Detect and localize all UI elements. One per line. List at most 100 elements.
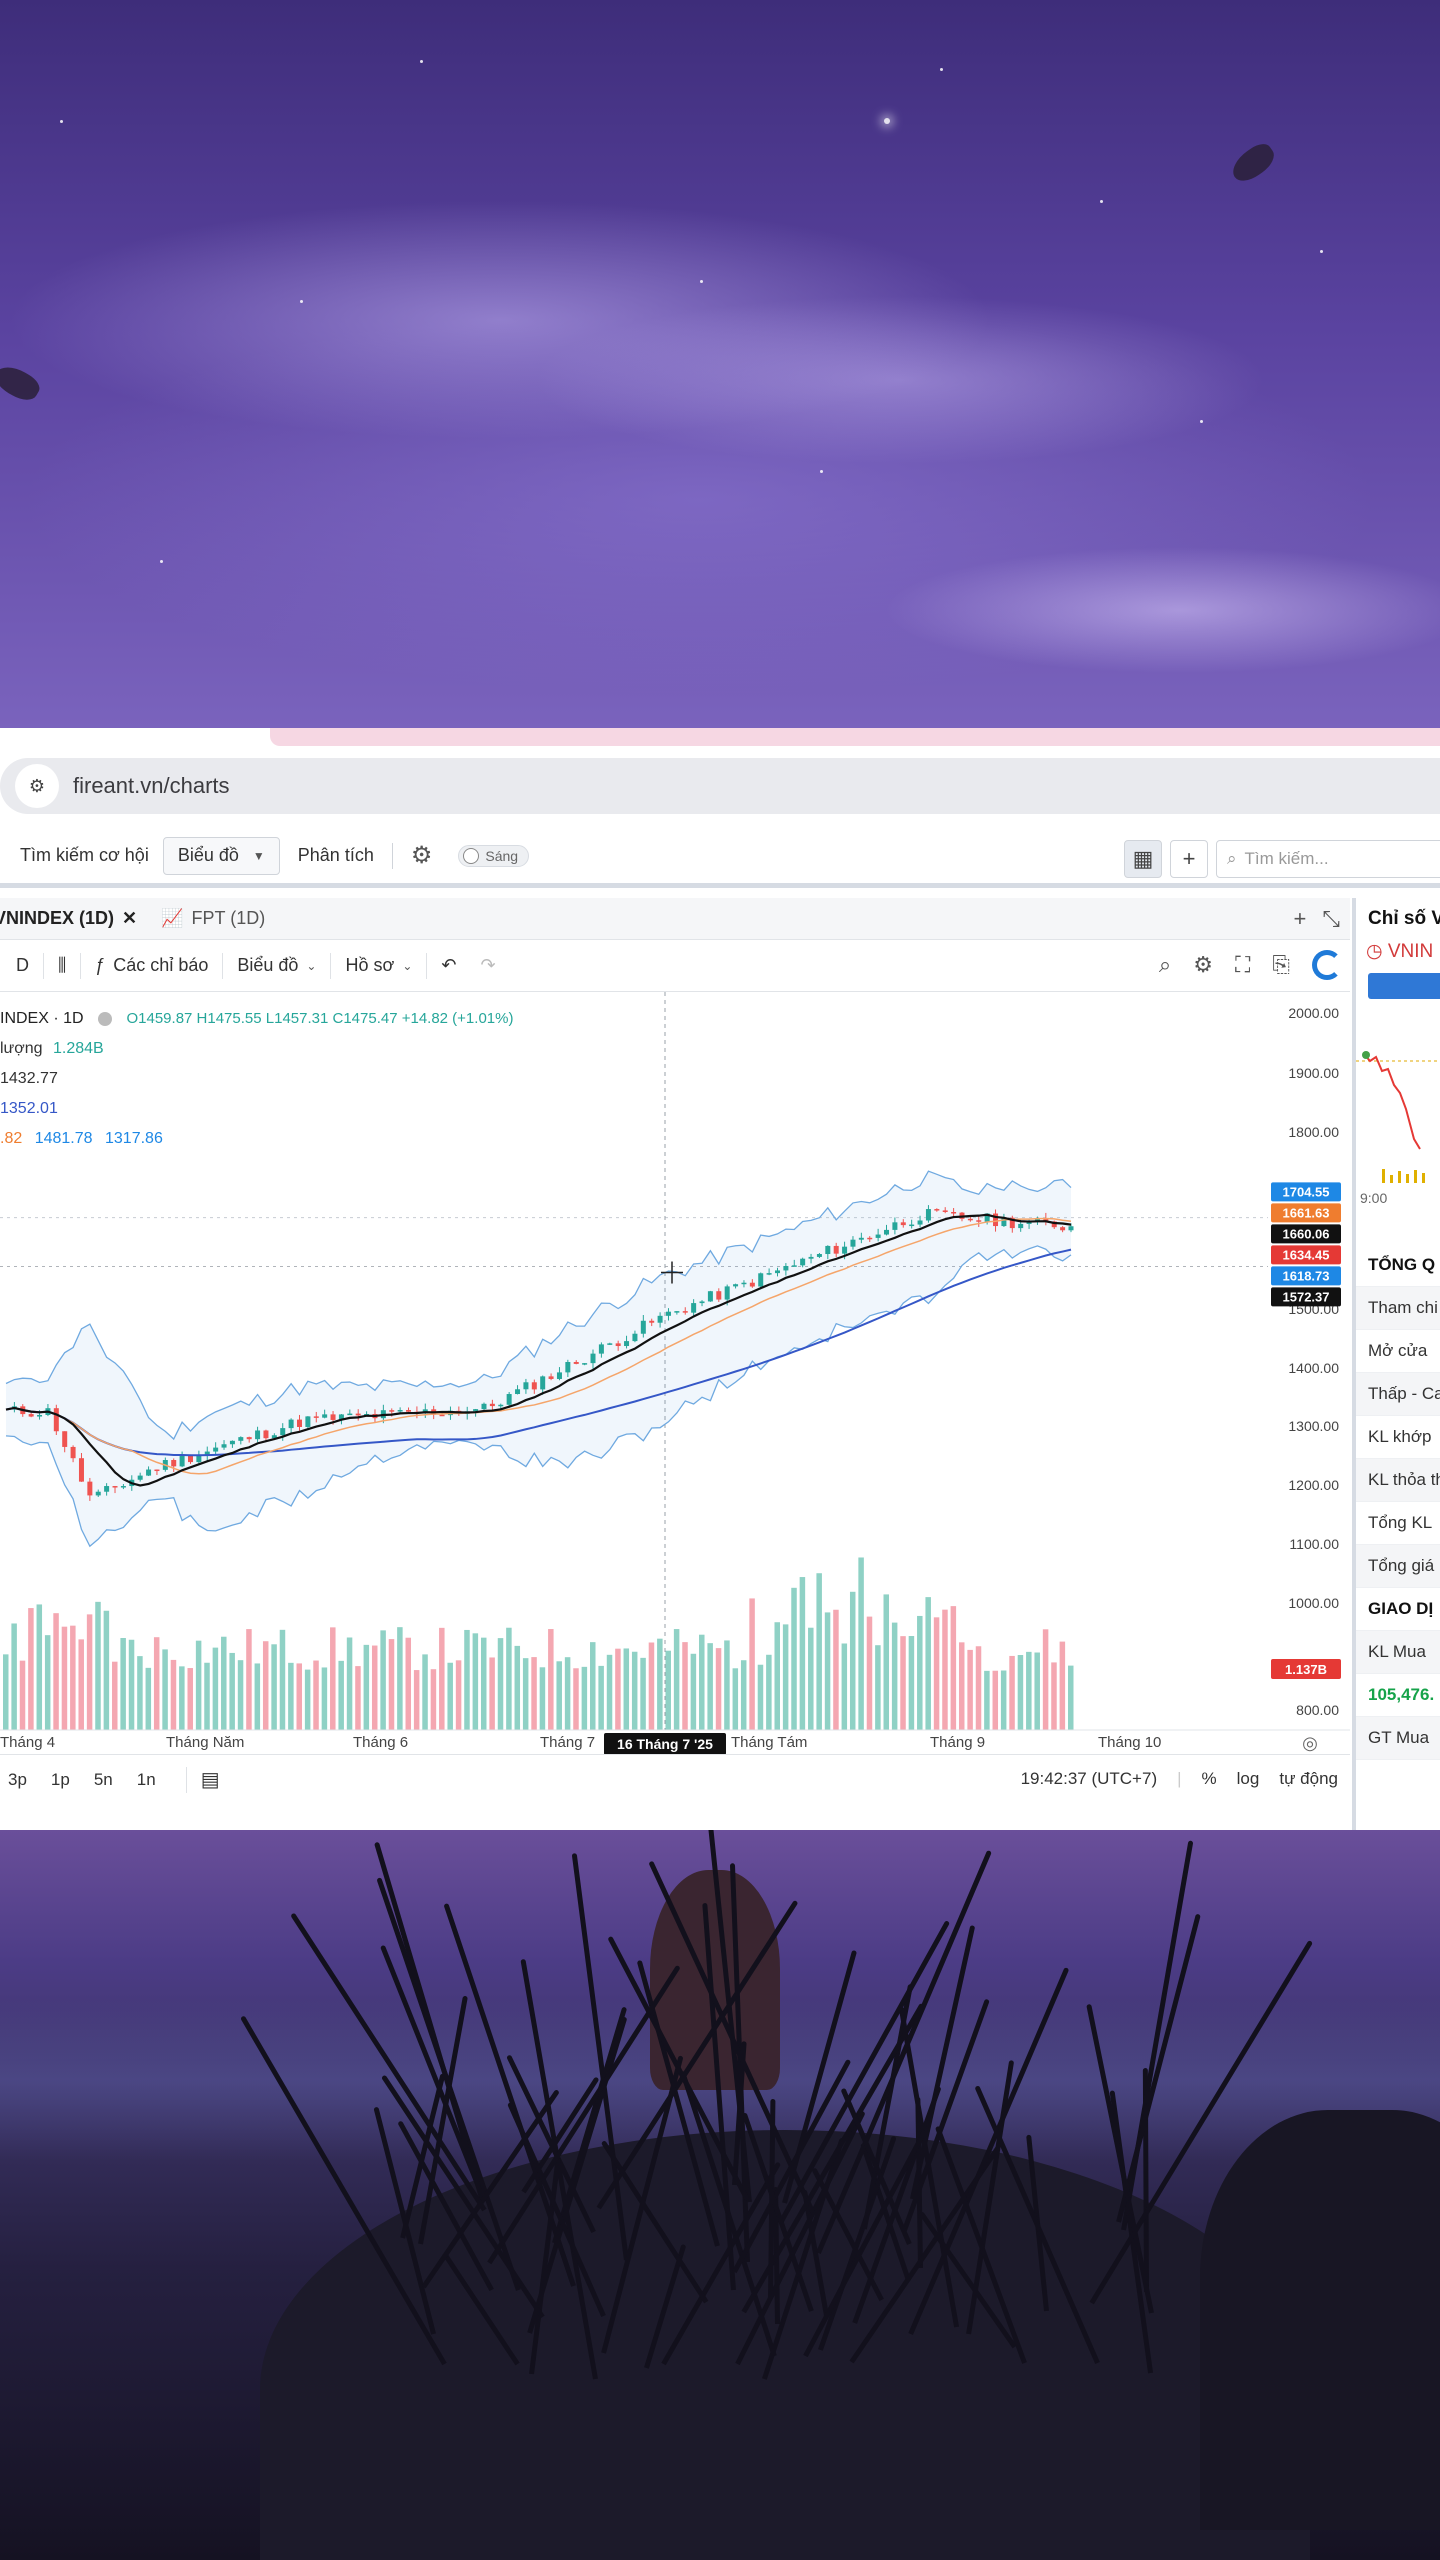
chart-canvas[interactable]: 2000.00 1900.00 1800.00 1500.00 1400.00 1300.… (0, 992, 1350, 1755)
nav-search-opportunity[interactable]: Tìm kiếm cơ hội (20, 845, 149, 866)
tab-fpt[interactable]: 📈 FPT (1D) (161, 908, 275, 929)
candle-body (540, 1376, 546, 1390)
volume-bar (262, 1641, 269, 1730)
divider (426, 952, 428, 979)
grass-blade (1116, 1913, 1202, 2223)
candle-body (582, 1363, 588, 1365)
tab-vnindex[interactable]: VNINDEX (1D) ✕ (0, 908, 147, 929)
candle-body (741, 1282, 747, 1285)
volume-bar (590, 1642, 596, 1730)
volume-bar (682, 1642, 688, 1730)
candle-body (221, 1444, 227, 1448)
volume-bar (724, 1640, 730, 1730)
candle-body (37, 1414, 43, 1417)
timeframe-1p[interactable]: 1p (51, 1770, 70, 1790)
collapse-icon[interactable]: ⤡ (1322, 906, 1340, 932)
settings-gear-icon[interactable]: ⚙ (411, 841, 433, 870)
candle-body (556, 1372, 562, 1379)
visibility-icon[interactable] (98, 1011, 113, 1026)
add-tab-icon[interactable]: + (1294, 906, 1307, 932)
volume-bar (1026, 1651, 1032, 1730)
grass-blade (702, 1902, 737, 2291)
candle-body (565, 1361, 571, 1373)
volume-bar (371, 1645, 378, 1730)
volume-bar (128, 1639, 135, 1730)
close-icon[interactable]: ✕ (122, 908, 137, 929)
timeframe-3p[interactable]: 3p (8, 1770, 27, 1790)
sidebar-symbol[interactable]: ◷ VNIN (1356, 930, 1440, 963)
volume-bar (665, 1650, 671, 1730)
volume-bar (195, 1640, 202, 1730)
candle-body (104, 1486, 110, 1492)
candle-body (1060, 1227, 1066, 1231)
volume-bar (380, 1630, 386, 1730)
candle-body (716, 1291, 722, 1300)
redo-icon[interactable]: ↷ (480, 955, 495, 976)
sidebar-action-button[interactable] (1368, 973, 1440, 999)
nav-analysis[interactable]: Phân tích (298, 845, 374, 866)
volume-bar (489, 1657, 495, 1730)
fullscreen-icon[interactable]: ⛶ (1235, 952, 1250, 978)
address-bar[interactable]: ⚙ fireant.vn/charts (0, 758, 1440, 814)
candle-body (523, 1382, 529, 1390)
candle-body (607, 1343, 613, 1345)
interval-selector[interactable]: D (16, 955, 29, 976)
candle-body (749, 1282, 755, 1287)
candle-body (833, 1245, 839, 1254)
time-tick-label: Tháng 9 (930, 1734, 985, 1751)
price-tick-label: 1000.00 (1288, 1595, 1339, 1611)
search-input[interactable]: ⌕ Tìm kiếm... (1216, 840, 1440, 878)
clock-text: 19:42:37 (UTC+7) (1020, 1769, 1158, 1788)
timeframe-1n[interactable]: 1n (137, 1770, 156, 1790)
chart-type-dropdown[interactable]: Biểu đồ ⌄ (237, 955, 316, 976)
volume-bar (388, 1639, 395, 1730)
browser-window: ⚙ fireant.vn/charts Tìm kiếm cơ hội Biểu… (0, 728, 1440, 1830)
url-text[interactable]: fireant.vn/charts (73, 773, 230, 799)
candle-body (951, 1211, 957, 1214)
time-tick-label: Tháng 4 (0, 1734, 55, 1751)
light-mode-toggle[interactable]: Sáng (458, 844, 530, 867)
percent-toggle[interactable]: % (1202, 1769, 1217, 1789)
search-icon: ⌕ (1227, 849, 1237, 868)
price-tick-label: 1300.00 (1288, 1418, 1339, 1434)
volume-bar (816, 1573, 822, 1730)
share-icon[interactable]: ⎘ (1272, 952, 1290, 978)
candle-type-icon[interactable]: ⫼ (58, 955, 66, 976)
volume-bar (1068, 1665, 1074, 1730)
timeframe-5n[interactable]: 5n (94, 1770, 113, 1790)
chart-dropdown[interactable]: Biểu đồ ▼ (162, 836, 280, 875)
legend-ma2-row: 1352.01 (0, 1094, 513, 1124)
settings-icon[interactable]: ⚙ (1193, 952, 1213, 978)
volume-bar (19, 1660, 26, 1730)
indicators-button[interactable]: ƒ Các chỉ báo (95, 955, 208, 976)
volume-bar (740, 1660, 747, 1730)
mini-volume-bar (1422, 1173, 1425, 1183)
price-tick-label: 1900.00 (1288, 1065, 1339, 1081)
volume-bar (162, 1649, 168, 1730)
site-info-icon[interactable]: ⚙ (15, 764, 59, 808)
calendar-icon[interactable]: ▤ (201, 1767, 220, 1792)
zoom-icon[interactable]: ⌕ (1159, 952, 1171, 978)
volume-bar (606, 1654, 613, 1730)
log-toggle[interactable]: log (1237, 1769, 1260, 1789)
candle-body (665, 1311, 671, 1316)
volume-bar (153, 1637, 160, 1730)
undo-icon[interactable]: ↶ (441, 955, 456, 976)
auto-toggle[interactable]: tự động (1279, 1769, 1338, 1789)
star (1320, 250, 1323, 253)
volume-badge-label: 1.137B (1285, 1662, 1327, 1677)
sidebar-row: Tổng giá (1356, 1545, 1440, 1588)
price-badge-label: 1661.63 (1283, 1205, 1330, 1220)
candle-body (875, 1234, 881, 1238)
candle-body (531, 1382, 537, 1390)
layout-grid-icon[interactable]: ▦ (1124, 840, 1162, 878)
add-icon[interactable]: + (1170, 840, 1208, 878)
candle-body (347, 1413, 353, 1416)
volume-bar (581, 1666, 588, 1730)
volume-bar (866, 1616, 873, 1730)
profile-dropdown[interactable]: Hồ sơ ⌄ (345, 955, 412, 976)
sidebar-row: Thấp - Ca (1356, 1373, 1440, 1416)
buy-volume-label: KL Mua (1356, 1631, 1440, 1674)
volume-bar (992, 1670, 999, 1730)
volume-bar (1009, 1655, 1015, 1730)
